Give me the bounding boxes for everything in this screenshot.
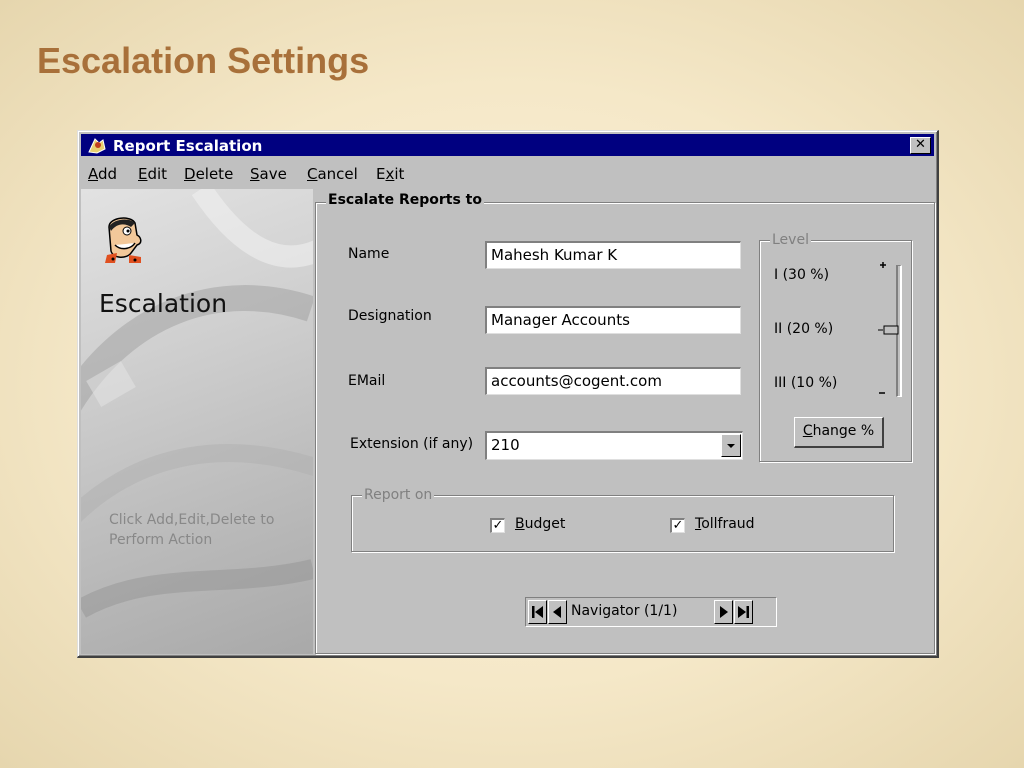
name-field[interactable]: Mahesh Kumar K bbox=[485, 241, 741, 269]
level-option-2[interactable]: II (20 %) bbox=[774, 321, 833, 337]
menu-exit[interactable]: Exit bbox=[376, 165, 404, 183]
menu-cancel-accel: C bbox=[307, 165, 318, 183]
record-navigator: Navigator (1/1) bbox=[525, 597, 777, 627]
report-escalation-window: Report Escalation ✕ Add Edit Delete Save… bbox=[77, 130, 939, 658]
menu-edit-label: dit bbox=[147, 165, 168, 183]
close-button[interactable]: ✕ bbox=[910, 137, 931, 154]
checkmark-icon: ✓ bbox=[672, 518, 684, 533]
app-icon bbox=[87, 137, 107, 158]
level-option-1[interactable]: I (30 %) bbox=[774, 267, 829, 283]
next-record-icon bbox=[720, 606, 728, 618]
level-group-title: Level bbox=[770, 232, 811, 248]
fred-mascot-icon bbox=[101, 213, 145, 267]
level-slider-thumb[interactable] bbox=[878, 325, 902, 335]
menu-delete[interactable]: Delete bbox=[184, 165, 233, 183]
change-button-label: hange % bbox=[812, 423, 875, 439]
extension-select[interactable]: 210 bbox=[485, 431, 743, 460]
extension-dropdown-button[interactable] bbox=[721, 434, 741, 457]
menu-save[interactable]: Save bbox=[250, 165, 287, 183]
designation-field[interactable]: Manager Accounts bbox=[485, 306, 741, 334]
window-titlebar[interactable]: Report Escalation ✕ bbox=[81, 134, 934, 156]
last-record-icon bbox=[738, 606, 749, 618]
menu-add-label: dd bbox=[98, 165, 118, 183]
escalate-group: Escalate Reports to Name Mahesh Kumar K … bbox=[315, 192, 935, 654]
name-label: Name bbox=[348, 246, 390, 262]
budget-label[interactable]: Budget bbox=[515, 516, 565, 532]
side-panel: Escalation Click Add,Edit,Delete to Perf… bbox=[81, 189, 313, 654]
extension-value: 210 bbox=[491, 436, 520, 454]
menu-delete-label: elete bbox=[195, 165, 234, 183]
menu-edit[interactable]: Edit bbox=[138, 165, 167, 183]
report-on-group-title: Report on bbox=[362, 487, 435, 503]
window-title: Report Escalation bbox=[113, 137, 263, 155]
slide-title: Escalation Settings bbox=[37, 40, 370, 81]
checkmark-icon: ✓ bbox=[492, 518, 504, 533]
first-record-icon bbox=[532, 606, 543, 618]
side-title: Escalation bbox=[99, 289, 228, 318]
budget-accel: B bbox=[515, 516, 525, 532]
nav-next-button[interactable] bbox=[714, 600, 733, 624]
budget-label-text: udget bbox=[524, 516, 566, 532]
extension-label: Extension (if any) bbox=[350, 436, 474, 452]
budget-checkbox[interactable]: ✓ bbox=[490, 518, 505, 533]
menu-save-label: ave bbox=[259, 165, 287, 183]
menu-save-accel: S bbox=[250, 165, 260, 183]
email-label: EMail bbox=[348, 373, 386, 389]
menu-delete-accel: D bbox=[184, 165, 196, 183]
navigator-label: Navigator (1/1) bbox=[571, 603, 678, 619]
menu-exit-label: it bbox=[394, 165, 405, 183]
change-percent-button[interactable]: Change % bbox=[794, 417, 884, 448]
chevron-down-icon bbox=[727, 444, 735, 448]
email-field[interactable]: accounts@cogent.com bbox=[485, 367, 741, 395]
slider-tick-top bbox=[879, 259, 887, 272]
report-on-group: Report on ✓ Budget ✓ Tollfraud bbox=[351, 487, 894, 552]
escalate-group-title: Escalate Reports to bbox=[326, 192, 484, 208]
nav-first-button[interactable] bbox=[528, 600, 547, 624]
menu-cancel-label: ancel bbox=[317, 165, 358, 183]
menu-add[interactable]: Add bbox=[88, 165, 117, 183]
change-button-accel: C bbox=[802, 423, 813, 439]
level-option-3[interactable]: III (10 %) bbox=[774, 375, 837, 391]
level-group: Level I (30 %) II (20 %) III (10 %) Chan… bbox=[759, 232, 912, 462]
nav-prev-button[interactable] bbox=[548, 600, 567, 624]
designation-label: Designation bbox=[348, 308, 432, 324]
tollfraud-label[interactable]: Tollfraud bbox=[695, 516, 755, 532]
menu-add-accel: A bbox=[88, 165, 98, 183]
side-hint: Click Add,Edit,Delete to Perform Action bbox=[109, 512, 275, 548]
slider-tick-bottom bbox=[879, 392, 885, 394]
nav-last-button[interactable] bbox=[734, 600, 753, 624]
menu-cancel[interactable]: Cancel bbox=[307, 165, 358, 183]
tollfraud-checkbox[interactable]: ✓ bbox=[670, 518, 685, 533]
prev-record-icon bbox=[553, 606, 561, 618]
tollfraud-label-text: ollfraud bbox=[701, 516, 755, 532]
close-icon: ✕ bbox=[915, 137, 926, 152]
